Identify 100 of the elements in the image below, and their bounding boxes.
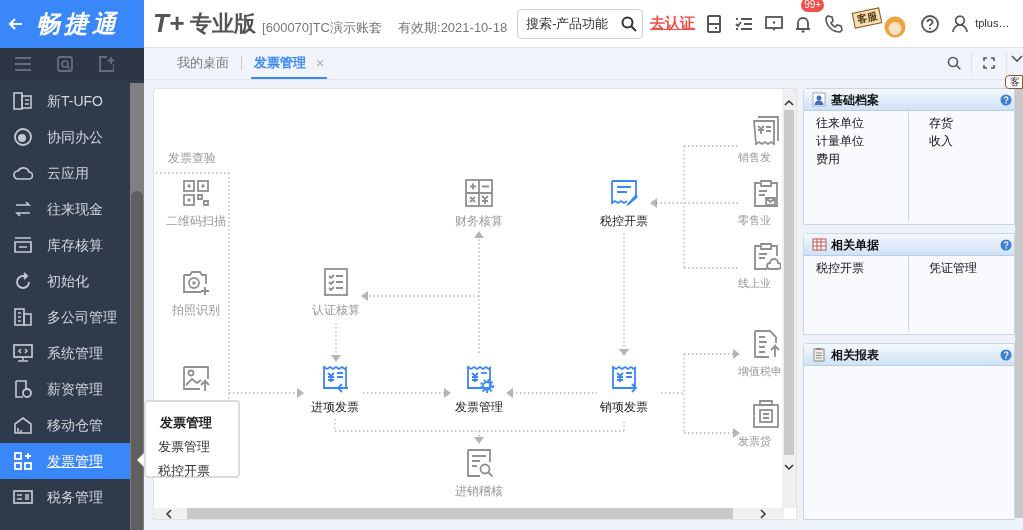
node-label: 线上业 — [738, 276, 771, 291]
monitor-code-icon — [13, 343, 33, 363]
service-sign[interactable]: 客服 — [851, 6, 883, 29]
image-upload-icon[interactable] — [181, 363, 211, 393]
node-label: 增值税申 — [738, 364, 782, 379]
invoice-gear-icon[interactable] — [464, 364, 494, 394]
panel-link[interactable]: 凭证管理 — [929, 259, 1014, 277]
scroll-up-icon[interactable] — [784, 99, 794, 106]
help-icon[interactable] — [921, 14, 940, 33]
node-label: 进项发票 — [310, 399, 360, 416]
building-icon — [13, 91, 33, 111]
invoice-arrow-icon[interactable] — [320, 364, 350, 394]
table-icon — [812, 237, 827, 252]
flyout-item[interactable]: 税控开票 — [158, 464, 238, 477]
warehouse-icon — [13, 415, 33, 435]
node-label: 零售业 — [738, 213, 771, 228]
group-title: 发票查验 — [168, 150, 216, 167]
scroll-left-icon[interactable] — [165, 508, 172, 519]
document-pen-icon[interactable] — [609, 178, 639, 208]
panel-title: 基础档案 — [831, 91, 879, 109]
refresh-icon — [13, 271, 33, 291]
help-icon[interactable] — [1000, 93, 1012, 106]
edition-label: 专业版 — [190, 10, 257, 38]
vertical-scrollbar[interactable] — [782, 89, 796, 508]
node-label: 认证核算 — [311, 302, 361, 319]
phone-icon[interactable] — [825, 14, 844, 33]
scroll-right-icon[interactable] — [760, 508, 767, 519]
document-search-icon[interactable] — [464, 448, 494, 478]
node-label: 拍照识别 — [171, 302, 221, 319]
user-icon[interactable] — [952, 14, 969, 33]
scrollbar[interactable] — [130, 83, 144, 530]
sidebar-item[interactable]: 新T-UFO — [0, 83, 130, 119]
checklist-icon[interactable] — [735, 16, 754, 31]
message-icon[interactable] — [765, 15, 784, 32]
sidebar-item[interactable]: 初始化 — [0, 263, 130, 299]
chevron-down-icon[interactable] — [1011, 55, 1023, 63]
panel-title: 相关单据 — [831, 236, 879, 254]
checklist-icon[interactable] — [321, 267, 351, 297]
sidebar-item[interactable]: 库存核算 — [0, 227, 130, 263]
mascot-drawing[interactable] — [884, 15, 907, 38]
sidebar-item[interactable]: 税务管理 — [0, 479, 130, 515]
sidebar-item[interactable]: 系统管理 — [0, 335, 130, 371]
search-field[interactable]: 搜索-产品功能 — [517, 8, 644, 39]
menu-icon[interactable] — [14, 57, 32, 71]
panel-link[interactable]: 计量单位 — [816, 132, 908, 150]
exchange-icon — [13, 199, 33, 219]
loan-document-icon[interactable] — [751, 399, 781, 429]
panel-link[interactable]: 收入 — [929, 132, 1014, 150]
sidebar-item[interactable]: 移动仓管 — [0, 407, 130, 443]
notification-badge: 99+ — [801, 0, 825, 12]
target-icon — [13, 127, 33, 147]
grid-plus-icon — [13, 451, 33, 471]
sidebar-item[interactable]: 薪资管理 — [0, 371, 130, 407]
panel-title: 相关报表 — [831, 346, 879, 364]
sidebar-item[interactable]: 协同办公 — [0, 119, 130, 155]
flyout-item[interactable]: 发票管理 — [158, 440, 238, 453]
clipboard-icon[interactable] — [751, 178, 781, 208]
panel-link[interactable]: 税控开票 — [816, 259, 908, 277]
calculator-icon[interactable] — [464, 178, 494, 208]
panel-link[interactable]: 存货 — [929, 114, 1014, 132]
search-icon[interactable] — [947, 56, 961, 70]
back-arrow-icon[interactable] — [8, 16, 24, 31]
panel-link[interactable]: 费用 — [816, 150, 908, 168]
tab[interactable]: 我的桌面 — [174, 49, 232, 79]
panel-link[interactable]: 往来单位 — [816, 114, 908, 132]
save-icon[interactable] — [707, 14, 722, 33]
scroll-down-icon[interactable] — [784, 464, 794, 471]
document-upload-icon[interactable] — [751, 329, 781, 359]
search-icon[interactable] — [621, 15, 638, 32]
vertical-scrollbar[interactable] — [1015, 88, 1023, 518]
sidebar-item[interactable]: 往来现金 — [0, 191, 130, 227]
node-label: 二维码扫描 — [165, 213, 227, 230]
account-name: [600070]TC演示账套 — [262, 18, 382, 37]
clipboard-icon — [812, 347, 827, 362]
horizontal-scrollbar[interactable] — [154, 508, 784, 519]
tooltip: 客 — [1005, 75, 1023, 89]
fullscreen-icon[interactable] — [983, 57, 995, 69]
flyout-title: 发票管理 — [160, 416, 213, 429]
clipboard-cloud-icon[interactable] — [751, 241, 781, 271]
bell-icon[interactable] — [795, 14, 812, 33]
receipt-icon[interactable] — [751, 115, 781, 145]
help-icon[interactable] — [1000, 348, 1012, 361]
invoice-arrow-icon[interactable] — [609, 364, 639, 394]
product-logo: T+ — [153, 7, 185, 40]
node-label: 发票管理 — [454, 399, 504, 416]
tax-card-icon — [13, 487, 33, 507]
building-icon — [13, 307, 33, 327]
help-icon[interactable] — [1000, 238, 1012, 251]
validity-date: 有效期:2021-10-18 — [398, 18, 508, 37]
sidebar-item[interactable]: 云应用 — [0, 155, 130, 191]
node-label: 进销稽核 — [454, 483, 504, 500]
sidebar-item[interactable]: 多公司管理 — [0, 299, 130, 335]
certify-link[interactable]: 去认证 — [650, 12, 696, 35]
node-label: 税控开票 — [599, 213, 649, 230]
node-label: 销售发 — [738, 150, 771, 165]
node-label: 财务核算 — [454, 213, 504, 230]
brand-name: 畅捷通 — [36, 8, 120, 39]
add-icon[interactable] — [98, 56, 114, 72]
qr-code-icon[interactable] — [181, 178, 211, 208]
user-name[interactable]: tplus… — [975, 15, 1010, 32]
